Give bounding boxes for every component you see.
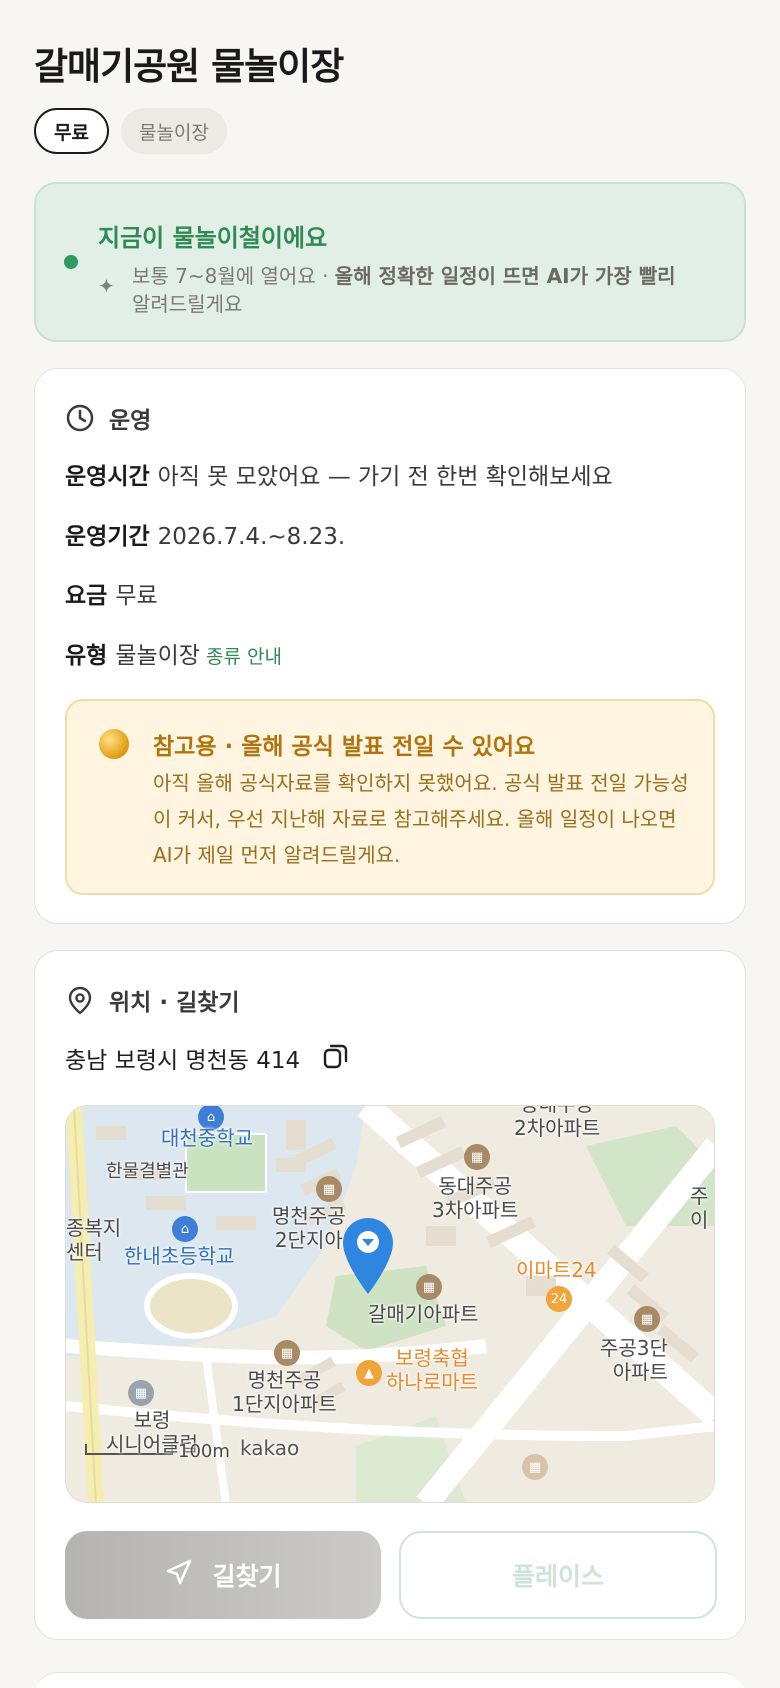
period-value: 2026.7.4.~8.23. (157, 524, 346, 550)
building-icon: ▦ (128, 1380, 154, 1406)
map-label-welfare: 종복지 센터 (66, 1216, 122, 1264)
reference-notice: 참고용 · 올해 공식 발표 전일 수 있어요 아직 올해 공식자료를 확인하지… (65, 699, 715, 895)
operation-header: 운영 (65, 401, 151, 435)
location-pin-icon (65, 985, 95, 1015)
copy-icon[interactable] (322, 1042, 350, 1074)
fee-value: 무료 (115, 583, 158, 609)
chip-free[interactable]: 무료 (34, 108, 109, 154)
apartment-icon-2: ▦ (464, 1144, 490, 1170)
mart-icon: ▲ (356, 1360, 382, 1386)
location-heading: 위치 · 길찾기 (109, 990, 240, 1016)
directions-button[interactable]: 길찾기 (65, 1531, 381, 1619)
period-row: 운영기간 2026.7.4.~8.23. (65, 517, 345, 551)
location-header: 위치 · 길찾기 (65, 983, 240, 1017)
fee-key: 요금 (65, 583, 108, 609)
map-label-hall: 한물결별관 (106, 1161, 189, 1182)
hours-key: 운영시간 (65, 464, 150, 490)
period-key: 운영기간 (65, 524, 150, 550)
map-label-nh-mart: 보령축협 하나로마트 (386, 1346, 478, 1394)
fee-row: 요금 무료 (65, 576, 158, 610)
hours-value: 아직 못 모았어요 — 가기 전 한번 확인해보세요 (157, 464, 613, 490)
map-label-apt-jugong3: 주공3단 아파트 (600, 1336, 668, 1384)
map-label-apt-galmaegi: 갈매기아파트 (368, 1302, 479, 1326)
location-card: 위치 · 길찾기 충남 보령시 명천동 414 ⌂ 대천중학교 한물결별관 종복… (34, 950, 746, 1640)
type-value: 물놀이장 (115, 643, 200, 669)
season-desc-plain: 보통 7~8월에 열어요 · (132, 264, 335, 288)
map-label-school2: 한내초등학교 (124, 1244, 235, 1268)
apartment-icon-4: ▦ (634, 1306, 660, 1332)
season-desc-bold: 올해 정확한 일정이 뜨면 AI가 가장 빨리 (334, 264, 676, 288)
page-title: 갈매기공원 물놀이장 (34, 45, 344, 88)
address-text: 충남 보령시 명천동 414 (65, 1048, 301, 1074)
status-dot-icon (64, 255, 78, 269)
type-row: 유형 물놀이장 종류 안내 (65, 636, 282, 670)
directions-label: 길찾기 (212, 1562, 282, 1591)
map-label-apt-dongdae2: 동대주공 2차아파트 (514, 1106, 601, 1140)
season-desc-tail: 알려드릴게요 (132, 292, 243, 316)
location-map[interactable]: ⌂ 대천중학교 한물결별관 종복지 센터 ⌂ 한내초등학교 ▦ 명천주공 2단지… (65, 1105, 715, 1503)
type-guide-link[interactable]: 종류 안내 (206, 646, 282, 668)
notice-title: 참고용 · 올해 공식 발표 전일 수 있어요 (153, 734, 536, 760)
apartment-icon: ▦ (316, 1176, 342, 1202)
place-label: 플레이스 (511, 1562, 604, 1591)
tag-chips: 무료 물놀이장 (34, 108, 227, 154)
map-label-apt-myeongcheon2: 명천주공 2단지아 (272, 1204, 346, 1252)
chip-waterpark[interactable]: 물놀이장 (120, 108, 227, 154)
map-label-apt-myeongcheon1: 명천주공 1단지아파트 (232, 1368, 337, 1416)
sparkle-icon: ✦ (98, 274, 115, 298)
clock-icon (65, 403, 95, 433)
coin-icon (99, 729, 129, 759)
map-label-school1: 대천중학교 (161, 1126, 253, 1150)
apartment-icon-6: ▦ (522, 1454, 548, 1480)
notice-body: 아직 올해 공식자료를 확인하지 못했어요. 공식 발표 전일 가능성이 커서,… (153, 771, 689, 867)
hours-row: 운영시간 아직 못 모았어요 — 가기 전 한번 확인해보세요 (65, 457, 613, 491)
map-scale-label: 100m (178, 1441, 230, 1462)
season-title: 지금이 물놀이철이에요 (98, 224, 328, 252)
store-icon: 24 (546, 1286, 572, 1312)
apartment-icon-5: ▦ (274, 1340, 300, 1366)
type-key: 유형 (65, 643, 108, 669)
map-label-edge: 주 이 (690, 1184, 709, 1232)
school-icon-2: ⌂ (172, 1216, 198, 1242)
map-label-emart: 이마트24 (516, 1258, 597, 1282)
place-detail-page: 갈매기공원 물놀이장 무료 물놀이장 지금이 물놀이철이에요 ✦ 보통 7~8월… (0, 0, 780, 1688)
apartment-icon-3: ▦ (416, 1274, 442, 1300)
place-button[interactable]: 플레이스 (399, 1531, 717, 1619)
season-description: 보통 7~8월에 열어요 · 올해 정확한 일정이 뜨면 AI가 가장 빨리 알… (132, 262, 732, 318)
navigation-arrow-icon (164, 1557, 194, 1593)
map-provider-logo: kakao (240, 1436, 300, 1460)
operation-heading: 운영 (109, 408, 152, 434)
map-label-apt-dongdae3: 동대주공 3차아파트 (432, 1174, 519, 1222)
address-row: 충남 보령시 명천동 414 (65, 1041, 350, 1075)
season-banner: 지금이 물놀이철이에요 ✦ 보통 7~8월에 열어요 · 올해 정확한 일정이 … (34, 182, 746, 342)
operation-card: 운영 운영시간 아직 못 모았어요 — 가기 전 한번 확인해보세요 운영기간 20… (34, 368, 746, 924)
next-card-edge (34, 1672, 746, 1688)
